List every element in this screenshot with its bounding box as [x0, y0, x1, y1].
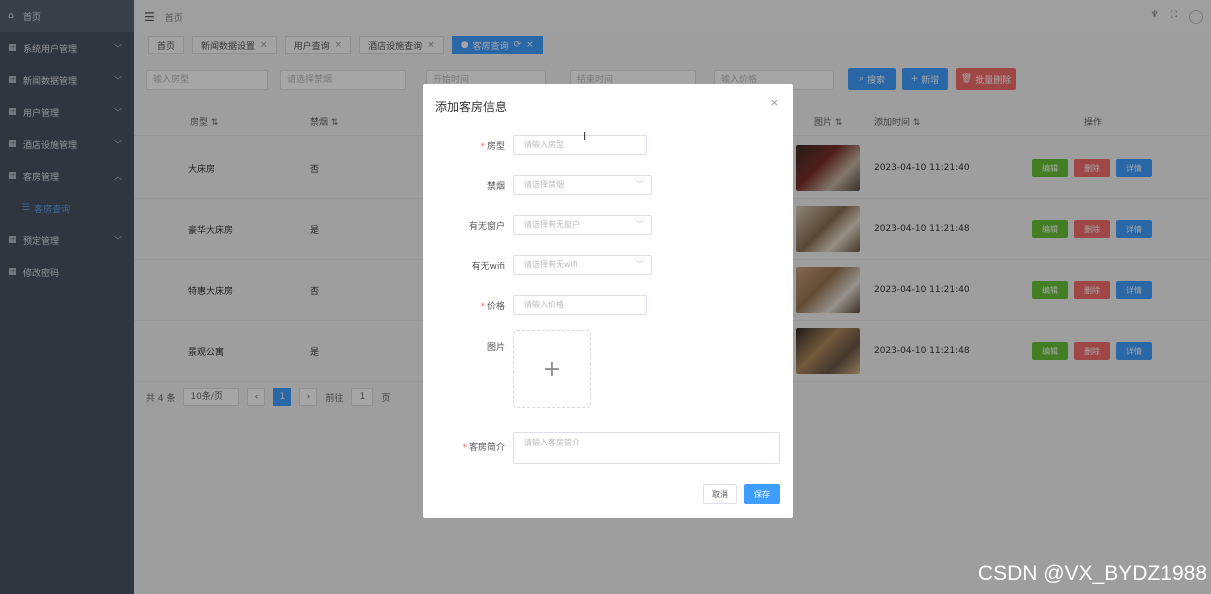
image-upload[interactable]: + — [513, 330, 591, 408]
cancel-button[interactable]: 取消 — [703, 484, 737, 504]
smoking-select[interactable]: 请选择禁烟 ﹀ — [513, 175, 652, 195]
room-type-label: * 房型 — [480, 142, 505, 152]
save-button[interactable]: 保存 — [744, 484, 780, 504]
chevron-down-icon: ﹀ — [636, 180, 644, 189]
select-placeholder: 请选择有无窗户 — [524, 220, 580, 229]
smoking-label: 禁烟 — [486, 182, 505, 192]
dialog-title: 添加客房信息 — [435, 100, 508, 114]
window-select[interactable]: 请选择有无窗户 ﹀ — [513, 215, 652, 235]
price-input[interactable]: 请输入价格 — [513, 295, 647, 315]
add-room-dialog: 添加客房信息 × * 房型 请输入房型 禁烟 请选择禁烟 ﹀ 有无窗户 请选择有无窗… — [423, 84, 793, 518]
close-icon[interactable]: × — [770, 96, 779, 109]
select-placeholder: 请选择禁烟 — [524, 180, 564, 189]
watermark: CSDN @VX_BYDZ1988 — [977, 562, 1207, 585]
room-type-input[interactable]: 请输入房型 — [513, 135, 647, 155]
window-label: 有无窗户 — [468, 222, 505, 232]
intro-textarea[interactable]: 请输入客房简介 — [513, 432, 780, 464]
select-placeholder: 请选择有无wifi — [524, 260, 578, 269]
chevron-down-icon: ﹀ — [636, 260, 644, 269]
image-label: 图片 — [486, 343, 505, 353]
intro-label: * 客房简介 — [462, 443, 505, 453]
label-text: 价格 — [486, 302, 505, 312]
wifi-select[interactable]: 请选择有无wifi ﹀ — [513, 255, 652, 275]
text-cursor-icon: I — [583, 130, 587, 143]
wifi-label: 有无wifi — [471, 262, 505, 272]
plus-icon: + — [542, 356, 562, 382]
label-text: 房型 — [486, 142, 505, 152]
label-text: 客房简介 — [468, 443, 505, 453]
price-label: * 价格 — [480, 302, 505, 312]
chevron-down-icon: ﹀ — [636, 220, 644, 229]
